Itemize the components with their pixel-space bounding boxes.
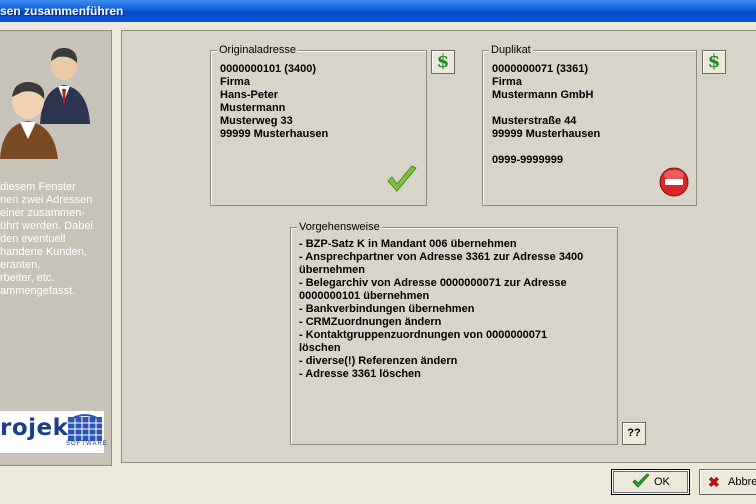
procedure-step: - Adresse 3361 löschen (299, 368, 421, 380)
original-line: 99999 Musterhausen (220, 128, 329, 140)
duplicate-line: 0000000071 (3361) (492, 63, 589, 75)
original-line: Hans-Peter (220, 89, 279, 101)
ok-label: OK (654, 476, 670, 488)
procedure-step: löschen (299, 342, 341, 354)
people-icon (0, 47, 90, 159)
cancel-button[interactable]: ✖ Abbre (699, 469, 756, 495)
close-icon: ✖ (708, 474, 720, 490)
reject-stop-icon (659, 167, 689, 197)
duplicate-line: 99999 Musterhausen (492, 128, 601, 140)
duplicate-line: Firma (492, 76, 522, 88)
duplicate-line (492, 141, 600, 154)
logo-subtext: SOFTWARE (66, 441, 108, 447)
original-line: Firma (220, 76, 250, 88)
check-icon (632, 473, 650, 488)
accept-check-icon (387, 165, 417, 192)
original-address-legend: Originaladresse (217, 44, 299, 56)
duplicate-line (492, 102, 600, 115)
original-line: Musterweg 33 (220, 115, 293, 127)
procedure-steps: - BZP-Satz K in Mandant 006 übernehmen -… (299, 238, 583, 381)
procedure-step: - Kontaktgruppenzuordnungen von 00000000… (299, 329, 548, 341)
logo-grid-icon (68, 414, 102, 441)
original-address-group: Originaladresse 0000000101 (3400) Firma … (210, 44, 427, 206)
original-address-lines: 0000000101 (3400) Firma Hans-Peter Muste… (220, 63, 328, 141)
sidebar-description: diesem Fenster nen zwei Adressen einer z… (0, 181, 93, 297)
info-sidebar: diesem Fenster nen zwei Adressen einer z… (0, 30, 112, 466)
duplicate-address-legend: Duplikat (489, 44, 533, 56)
original-line: 0000000101 (3400) (220, 63, 317, 75)
dollar-icon: $ (707, 51, 721, 72)
window-title: sen zusammenführen (0, 4, 124, 18)
duplicate-line: Musterstraße 44 (492, 115, 577, 127)
help-button[interactable]: ?? (622, 422, 646, 445)
dollar-icon: $ (436, 51, 450, 72)
duplicate-address-group: Duplikat 0000000071 (3361) Firma Musterm… (482, 44, 697, 206)
procedure-step: - BZP-Satz K in Mandant 006 übernehmen (299, 238, 517, 250)
procedure-group: Vorgehensweise - BZP-Satz K in Mandant 0… (290, 221, 618, 445)
procedure-legend: Vorgehensweise (297, 221, 382, 233)
ok-button[interactable]: OK (611, 469, 690, 495)
duplicate-line: 0999-9999999 (492, 154, 563, 166)
cancel-label: Abbre (728, 476, 756, 488)
procedure-step: 0000000101 übernehmen (299, 290, 430, 302)
procedure-step: übernehmen (299, 264, 366, 276)
company-logo: rojekt SOFTWARE (0, 411, 107, 453)
procedure-step: - Belegarchiv von Adresse 0000000071 zur… (299, 277, 567, 289)
procedure-step: - CRMZuordnungen ändern (299, 316, 442, 328)
duplicate-line: Mustermann GmbH (492, 89, 594, 101)
duplicate-address-lines: 0000000071 (3361) Firma Mustermann GmbH … (492, 63, 600, 167)
title-bar[interactable]: sen zusammenführen (0, 0, 756, 22)
original-money-button[interactable]: $ (431, 50, 455, 74)
original-line: Mustermann (220, 102, 286, 114)
procedure-step: - Ansprechpartner von Adresse 3361 zur A… (299, 251, 584, 263)
duplicate-money-button[interactable]: $ (702, 50, 726, 74)
procedure-step: - diverse(!) Referenzen ändern (299, 355, 458, 367)
procedure-step: - Bankverbindungen übernehmen (299, 303, 475, 315)
